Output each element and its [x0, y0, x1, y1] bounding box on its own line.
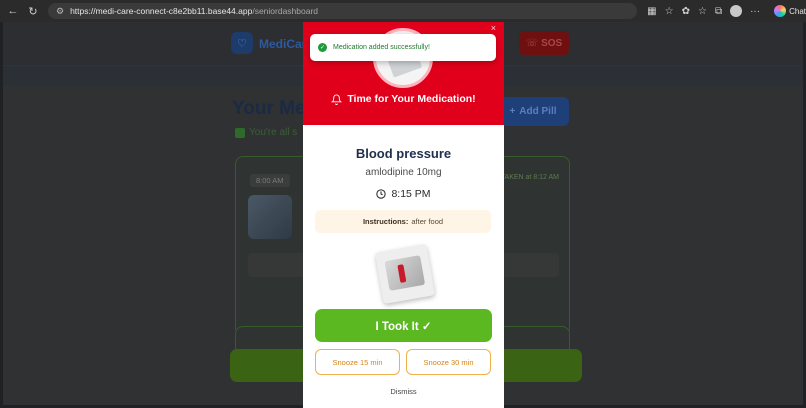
card-time: 8:00 AM [250, 174, 290, 187]
close-icon[interactable]: × [491, 23, 496, 33]
medication-dose: amlodipine 10mg [365, 167, 442, 178]
check-icon [235, 127, 245, 138]
check-circle-icon: ✓ [318, 43, 327, 52]
extensions-icon[interactable]: ✿ [682, 6, 690, 17]
profile-avatar[interactable] [730, 5, 743, 17]
heart-shield-icon: ♡ [231, 32, 253, 54]
copilot-icon [774, 5, 787, 17]
browser-actions: ▦ ☆ ✿ ☆ ⧉ ··· Chat [647, 5, 806, 17]
snooze-15-button[interactable]: Snooze 15 min [315, 349, 400, 375]
dismiss-link[interactable]: Dismiss [303, 387, 504, 396]
add-pill-button[interactable]: + Add Pill [497, 97, 569, 126]
i-took-it-button[interactable]: I Took It ✓ [315, 309, 492, 342]
instructions-box: Instructions: after food [315, 210, 491, 233]
site-info-icon[interactable]: ⚙ [56, 6, 64, 17]
medication-time: 8:15 PM [303, 188, 504, 200]
phone-icon: ☏ [525, 37, 539, 49]
reminder-heading: Time for Your Medication! [303, 93, 504, 105]
browser-nav: ← ↻ [0, 5, 40, 18]
sos-button[interactable]: ☏ SOS [519, 31, 569, 55]
bell-icon [331, 94, 343, 105]
medication-photo [374, 243, 436, 305]
url-text: https://medi-care-connect-c8e2bb11.base4… [70, 6, 319, 16]
page-title: Your Me [232, 98, 306, 119]
card-taken-status: TAKEN at 8:12 AM [500, 174, 559, 181]
success-toast: ✓ Medication added successfully! [310, 34, 496, 61]
plus-icon: + [509, 106, 516, 117]
medication-reminder-modal: × Time for Your Medication! Blood pressu… [303, 22, 504, 408]
favorites-icon[interactable]: ☆ [698, 6, 707, 17]
back-arrow-icon[interactable]: ← [6, 5, 20, 17]
browser-toolbar: ← ↻ ⚙ https://medi-care-connect-c8e2bb11… [0, 0, 806, 22]
copilot-chat-button[interactable]: Chat [774, 5, 806, 17]
snooze-30-button[interactable]: Snooze 30 min [406, 349, 491, 375]
address-bar[interactable]: ⚙ https://medi-care-connect-c8e2bb11.bas… [48, 3, 638, 19]
collections-icon[interactable]: ⧉ [715, 6, 722, 17]
bookmark-star-icon[interactable]: ☆ [665, 6, 674, 17]
more-icon[interactable]: ··· [750, 6, 760, 17]
status-line: You're all s [235, 127, 297, 138]
medication-name: Blood pressure [355, 146, 452, 161]
grid-icon[interactable]: ▦ [647, 6, 656, 17]
clock-icon [376, 189, 387, 199]
reload-icon[interactable]: ↻ [26, 5, 40, 18]
medication-image [248, 195, 292, 239]
